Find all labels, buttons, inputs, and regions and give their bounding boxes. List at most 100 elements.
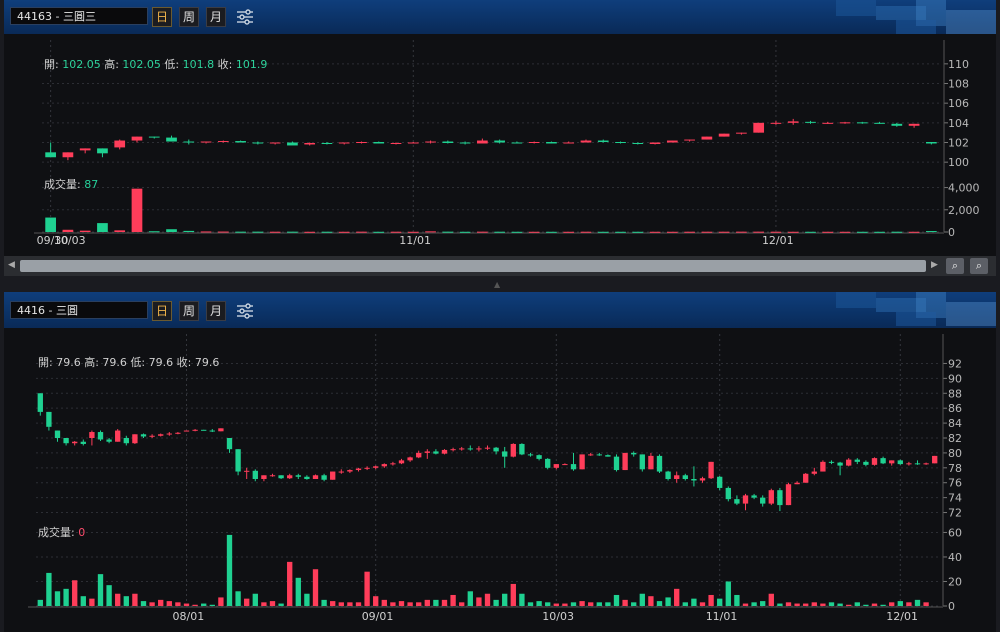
scrollbar-thumb[interactable] xyxy=(20,260,926,272)
candle-body xyxy=(304,476,310,479)
horizontal-scrollbar[interactable]: ◀ ▶ ⌕ ⌕ xyxy=(4,256,996,276)
candle-body xyxy=(295,475,301,477)
volume-bar xyxy=(484,593,491,606)
scroll-left-icon[interactable]: ◀ xyxy=(8,260,15,270)
candle-body xyxy=(649,142,661,144)
candle-body xyxy=(390,463,396,465)
volume-bar xyxy=(588,602,594,606)
period-month-button[interactable]: 月 xyxy=(206,7,226,27)
volume-bar xyxy=(770,231,782,233)
volume-tick-label: 40 xyxy=(948,551,962,564)
volume-bar xyxy=(563,231,575,233)
ohlc-readout-part: 79.6 xyxy=(191,356,219,369)
ohlc-readout-part: 開: xyxy=(38,356,53,369)
volume-bar xyxy=(649,231,661,233)
volume-bar xyxy=(252,231,264,233)
volume-label: 成交量: xyxy=(38,525,78,539)
candle-body xyxy=(880,458,886,464)
candle-body xyxy=(510,443,516,457)
price-chart-1[interactable]: 1101081061041021004,0002,000009/3010/03 1… xyxy=(4,36,996,256)
volume-bar xyxy=(615,231,626,233)
period-week-button[interactable]: 周 xyxy=(179,7,199,27)
volume-value: 87 xyxy=(84,178,98,191)
volume-bar xyxy=(648,596,654,606)
candle-body xyxy=(528,142,540,144)
price-tick-label: 80 xyxy=(948,447,962,460)
candle-body xyxy=(330,471,336,480)
chart-panel-2: 4416 - 三圓 日 周 月 92 90 88 86 84 82 80 78 76 74 72 60… xyxy=(4,292,996,632)
volume-bar xyxy=(312,569,319,606)
candle-body xyxy=(321,142,333,144)
symbol-input[interactable]: 44163 - 三圓三 xyxy=(10,7,148,25)
volume-bar xyxy=(632,231,644,233)
volume-bar xyxy=(459,602,465,606)
candle-body xyxy=(200,141,212,143)
candle-body xyxy=(751,495,757,498)
candle-body xyxy=(736,132,747,134)
volume-bar xyxy=(140,601,147,606)
candle-body xyxy=(131,136,143,141)
panel-splitter-icon[interactable]: ▲ xyxy=(494,280,500,289)
candle-body xyxy=(45,152,56,158)
candle-body xyxy=(906,463,912,465)
volume-bar xyxy=(717,598,723,606)
volume-bar xyxy=(502,593,508,606)
price-chart-2[interactable]: 92 90 88 86 84 82 80 78 76 74 72 60 40 20 0 08/01 09/01 1… xyxy=(4,330,996,632)
price-tick-label: 76 xyxy=(948,477,962,490)
candle-body xyxy=(596,454,602,456)
candle-body xyxy=(269,142,281,144)
volume-tick-label: 0 xyxy=(948,226,955,239)
period-day-button[interactable]: 日 xyxy=(152,301,172,321)
volume-bar xyxy=(269,601,276,606)
volume-bar xyxy=(856,231,868,233)
candle-body xyxy=(691,479,697,481)
volume-bar xyxy=(820,603,826,606)
price-tick-label: 108 xyxy=(948,78,969,91)
period-week-button[interactable]: 周 xyxy=(179,301,199,321)
candle-body xyxy=(811,471,817,474)
ohlc-readout-part: 高: xyxy=(84,355,99,369)
candle-body xyxy=(407,457,413,461)
volume-bar xyxy=(330,601,336,606)
volume-readout: 成交量: 87 xyxy=(44,177,98,191)
volume-bar xyxy=(261,602,267,606)
volume-bar xyxy=(493,599,499,606)
ohlc-readout-part: 收: xyxy=(218,57,233,71)
price-tick-label: 88 xyxy=(948,387,962,400)
volume-bar xyxy=(373,596,379,606)
symbol-input[interactable]: 4416 - 三圓 xyxy=(10,301,148,319)
candle-body xyxy=(175,432,181,434)
settings-sliders-icon[interactable] xyxy=(234,301,256,321)
settings-sliders-icon[interactable] xyxy=(234,7,256,27)
price-tick-label: 72 xyxy=(948,507,962,520)
volume-bar xyxy=(880,604,886,606)
zoom-in-icon[interactable]: ⌕ xyxy=(946,258,964,274)
volume-bar xyxy=(364,571,370,606)
period-month-button[interactable]: 月 xyxy=(206,301,226,321)
volume-bar xyxy=(175,602,181,606)
volume-bar xyxy=(459,231,471,233)
volume-bar xyxy=(244,598,250,606)
volume-bar xyxy=(725,581,731,606)
ohlc-readout-part: 79.6 xyxy=(145,356,177,369)
volume-bar xyxy=(908,231,920,233)
volume-bar xyxy=(579,601,585,606)
candle-body xyxy=(123,438,129,444)
volume-bar xyxy=(622,599,628,606)
volume-bar xyxy=(149,602,155,606)
period-day-button[interactable]: 日 xyxy=(152,7,172,27)
volume-value: 0 xyxy=(78,526,85,539)
candle-body xyxy=(132,434,138,444)
volume-bar xyxy=(753,231,765,233)
candle-body xyxy=(114,140,126,148)
scroll-right-icon[interactable]: ▶ xyxy=(931,260,938,270)
candle-body xyxy=(742,495,749,504)
volume-bar xyxy=(613,594,620,606)
zoom-out-icon[interactable]: ⌕ xyxy=(970,258,988,274)
candle-body xyxy=(338,142,350,144)
volume-bar xyxy=(528,231,540,233)
volume-bar xyxy=(656,601,663,606)
candle-body xyxy=(338,471,344,473)
volume-bar xyxy=(828,602,835,606)
volume-tick-label: 2,000 xyxy=(948,204,980,217)
